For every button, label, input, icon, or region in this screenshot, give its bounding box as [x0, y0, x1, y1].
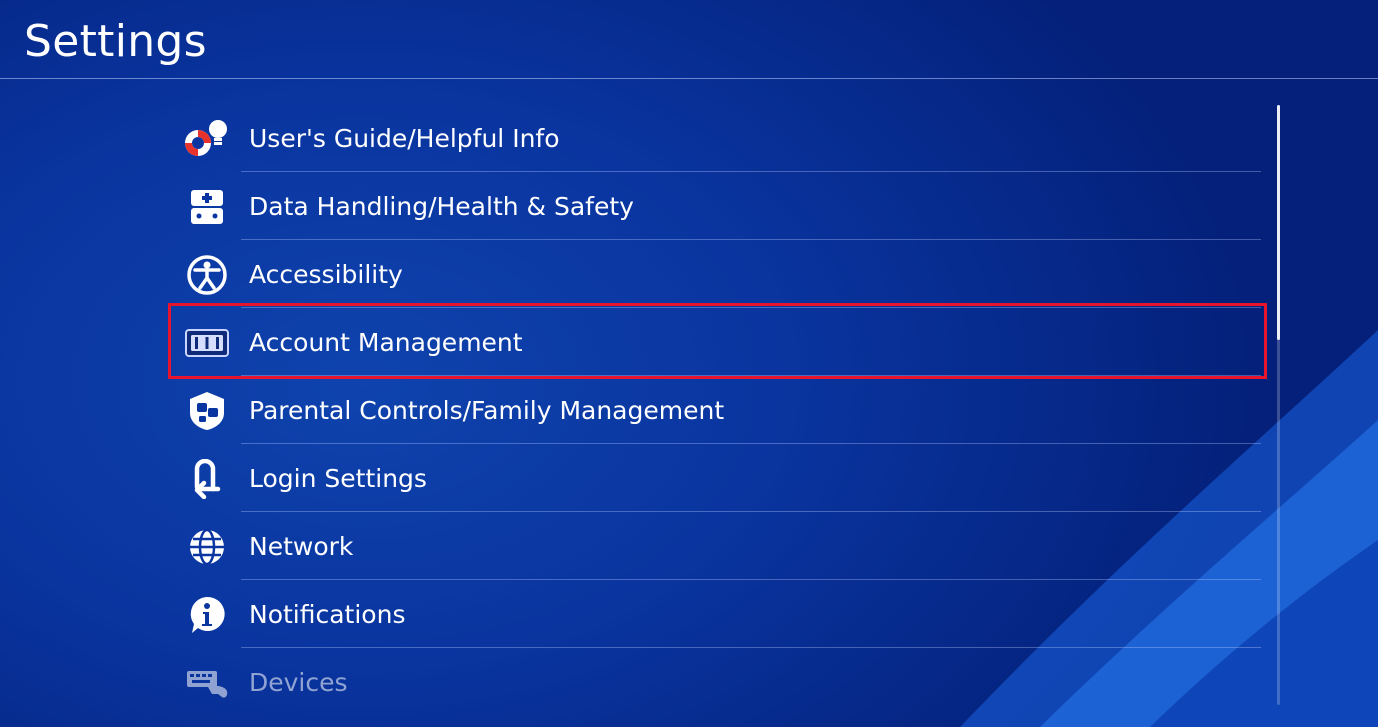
- menu-item-label: Account Management: [249, 328, 523, 357]
- login-arrow-icon: [184, 459, 230, 499]
- family-shield-icon: [184, 391, 230, 431]
- menu-item-label: Notifications: [249, 600, 406, 629]
- menu-item-label: User's Guide/Helpful Info: [249, 124, 560, 153]
- menu-item-label: Login Settings: [249, 464, 427, 493]
- menu-item-accessibility[interactable]: Accessibility: [0, 240, 1262, 308]
- menu-item-data-handling[interactable]: Data Handling/Health & Safety: [0, 172, 1262, 240]
- menu-item-label: Devices: [249, 668, 348, 697]
- menu-item-label: Data Handling/Health & Safety: [249, 192, 634, 221]
- menu-item-users-guide[interactable]: User's Guide/Helpful Info: [0, 104, 1262, 172]
- accessibility-person-icon: [184, 255, 230, 295]
- keyboard-controller-icon: [184, 663, 230, 703]
- id-card-icon: [184, 323, 230, 363]
- menu-item-devices[interactable]: Devices: [0, 648, 1262, 716]
- menu-item-label: Accessibility: [249, 260, 403, 289]
- page-title: Settings: [24, 16, 207, 67]
- menu-item-login-settings[interactable]: Login Settings: [0, 444, 1262, 512]
- settings-menu-list: User's Guide/Helpful Info Data Handling/…: [0, 104, 1378, 727]
- scrollbar-track[interactable]: [1277, 105, 1280, 705]
- globe-icon: [184, 527, 230, 567]
- menu-item-parental-controls[interactable]: Parental Controls/Family Management: [0, 376, 1262, 444]
- menu-item-notifications[interactable]: Notifications: [0, 580, 1262, 648]
- scrollbar-thumb[interactable]: [1277, 105, 1280, 340]
- menu-item-label: Parental Controls/Family Management: [249, 396, 725, 425]
- info-bubble-icon: [184, 595, 230, 635]
- menu-item-network[interactable]: Network: [0, 512, 1262, 580]
- menu-item-label: Network: [249, 532, 354, 561]
- menu-item-account-management[interactable]: Account Management: [0, 308, 1262, 376]
- header-divider: [0, 78, 1378, 79]
- first-aid-case-icon: [184, 187, 230, 227]
- lifebuoy-bulb-icon: [184, 119, 230, 159]
- header: Settings: [0, 0, 1378, 79]
